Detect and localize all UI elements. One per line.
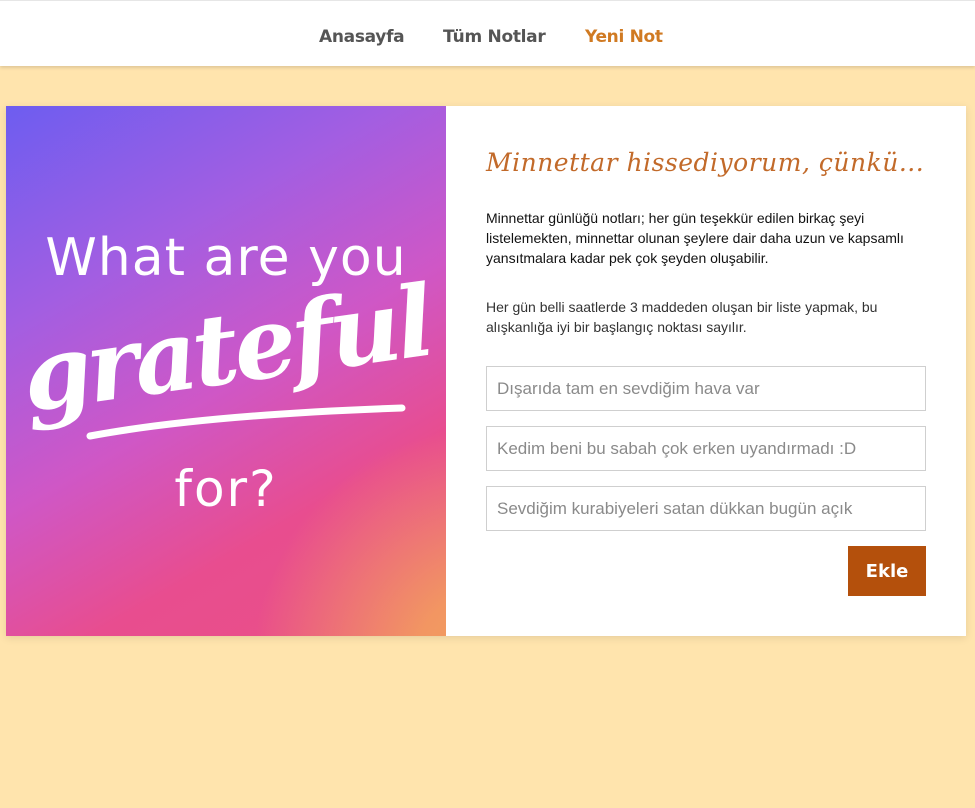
nav-link-home[interactable]: Anasayfa	[319, 27, 405, 47]
intro-paragraph: Minnettar günlüğü notları; her gün teşek…	[486, 210, 904, 266]
tip-paragraph: Her gün belli saatlerde 3 maddeden oluşa…	[486, 299, 878, 335]
brush-underline-icon	[86, 404, 406, 440]
top-navbar: Anasayfa Tüm Notlar Yeni Not	[0, 0, 975, 66]
grateful-hero-image: What are you grateful for?	[6, 106, 446, 636]
nav-link-all-notes[interactable]: Tüm Notlar	[443, 27, 546, 47]
gratitude-input-1[interactable]	[486, 366, 926, 411]
add-button[interactable]: Ekle	[848, 546, 926, 596]
gratitude-input-3[interactable]	[486, 486, 926, 531]
main-nav: Anasayfa Tüm Notlar Yeni Not	[0, 27, 975, 51]
nav-link-new-note[interactable]: Yeni Not	[585, 27, 663, 47]
form-title: Minnettar hissediyorum, çünkü...	[486, 148, 925, 177]
hero-line-3: for?	[174, 460, 278, 518]
note-form: Minnettar hissediyorum, çünkü... Minnett…	[486, 106, 926, 636]
gratitude-input-2[interactable]	[486, 426, 926, 471]
new-note-card: What are you grateful for? Minnettar his…	[6, 106, 966, 636]
